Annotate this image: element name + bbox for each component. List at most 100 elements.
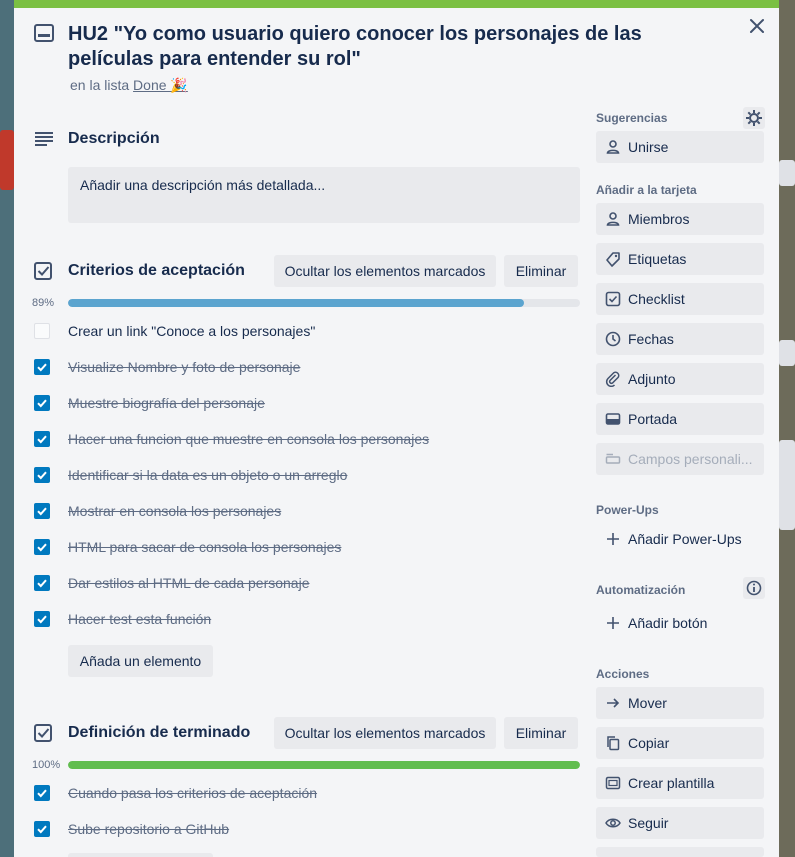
create-template-label: Crear plantilla: [628, 775, 715, 791]
checkbox-icon: [605, 291, 621, 307]
checklist-item-text[interactable]: Cuando pasa los criterios de aceptación: [68, 785, 317, 801]
checklist-percent: 89%: [32, 297, 55, 309]
checklist-percent: 100%: [32, 759, 61, 771]
join-label: Unirse: [628, 139, 669, 155]
checklist-item[interactable]: Hacer test esta función: [14, 601, 584, 637]
attachment-label: Adjunto: [628, 371, 676, 387]
checklist-item-text[interactable]: HTML para sacar de consola los personaje…: [68, 539, 341, 555]
checklist-item[interactable]: Identificar si la data es un objeto o un…: [14, 457, 584, 493]
checked-checkbox-icon[interactable]: [34, 821, 50, 837]
delete-checklist-button[interactable]: Eliminar: [504, 255, 578, 287]
tag-icon: [605, 251, 621, 267]
checked-checkbox-icon[interactable]: [34, 467, 50, 483]
description-input[interactable]: Añadir una descripción más detallada...: [68, 167, 580, 223]
checklist-icon: [34, 262, 52, 285]
custom-fields-button: Campos personali...: [596, 443, 764, 475]
checked-checkbox-icon[interactable]: [34, 503, 50, 519]
checked-checkbox-icon[interactable]: [34, 431, 50, 447]
checklist-item[interactable]: Hacer una funcion que muestre en consola…: [14, 421, 584, 457]
checklist-item-text[interactable]: Hacer test esta función: [68, 611, 211, 627]
dates-label: Fechas: [628, 331, 674, 347]
list-prefix: en la lista: [70, 77, 130, 93]
checked-checkbox-icon[interactable]: [34, 539, 50, 555]
create-template-button[interactable]: Crear plantilla: [596, 767, 764, 799]
person-icon: [605, 139, 621, 155]
checked-checkbox-icon[interactable]: [34, 575, 50, 591]
close-icon[interactable]: [745, 14, 769, 38]
checklist-item[interactable]: Visualize Nombre y foto de personaje: [14, 349, 584, 385]
info-icon[interactable]: [743, 577, 765, 599]
checklist-item[interactable]: HTML para sacar de consola los personaje…: [14, 529, 584, 565]
members-label: Miembros: [628, 211, 690, 227]
checklist-item[interactable]: Crear un link "Conoce a los personajes": [14, 313, 584, 349]
cover-label: Portada: [628, 411, 678, 427]
actions-heading: Acciones: [596, 667, 650, 681]
checklist-label: Checklist: [628, 291, 685, 307]
plus-icon: [605, 531, 621, 547]
card-title[interactable]: HU2 "Yo como usuario quiero conocer los …: [68, 22, 728, 72]
checklist-item-text[interactable]: Visualize Nombre y foto de personaje: [68, 359, 300, 375]
follow-button[interactable]: Seguir: [596, 807, 764, 839]
checklist-progress-fill: [68, 299, 524, 307]
share-button-partial[interactable]: [596, 847, 764, 857]
checklist-item-text[interactable]: Hacer una funcion que muestre en consola…: [68, 431, 429, 447]
board-background-left: [0, 0, 14, 857]
eye-icon: [605, 815, 621, 831]
checklist-item-text[interactable]: Mostrar en consola los personajes: [68, 503, 281, 519]
checklist-item[interactable]: Sube repositorio a GitHub: [14, 811, 584, 847]
checklist-item[interactable]: Dar estilos al HTML de cada personaje: [14, 565, 584, 601]
board-background-right: [778, 0, 795, 857]
template-icon: [605, 775, 621, 791]
checklist-item-text[interactable]: Identificar si la data es un objeto o un…: [68, 467, 347, 483]
checklist-item[interactable]: Mostrar en consola los personajes: [14, 493, 584, 529]
add-powerups-button[interactable]: Añadir Power-Ups: [596, 523, 764, 555]
cover-icon: [605, 411, 621, 427]
members-button[interactable]: Miembros: [596, 203, 764, 235]
unchecked-checkbox-icon[interactable]: [34, 323, 50, 339]
description-heading: Descripción: [68, 130, 160, 147]
delete-checklist-button[interactable]: Eliminar: [504, 717, 578, 749]
checked-checkbox-icon[interactable]: [34, 611, 50, 627]
custom-fields-icon: [605, 451, 621, 467]
plus-icon: [605, 615, 621, 631]
checklist-progress-fill: [68, 761, 580, 769]
checklist-item-text[interactable]: Sube repositorio a GitHub: [68, 821, 229, 837]
checklist-title[interactable]: Definición de terminado: [68, 724, 250, 742]
person-icon: [605, 211, 621, 227]
gear-icon[interactable]: [743, 107, 765, 129]
powerups-heading: Power-Ups: [596, 503, 659, 517]
checked-checkbox-icon[interactable]: [34, 785, 50, 801]
checked-checkbox-icon[interactable]: [34, 359, 50, 375]
dates-button[interactable]: Fechas: [596, 323, 764, 355]
list-link[interactable]: Done 🎉: [133, 77, 188, 93]
suggestions-heading: Sugerencias: [596, 111, 668, 125]
attachment-button[interactable]: Adjunto: [596, 363, 764, 395]
hide-checked-button[interactable]: Ocultar los elementos marcados: [274, 255, 496, 287]
board-card-fragment: [779, 340, 795, 366]
cover-button[interactable]: Portada: [596, 403, 764, 435]
move-button[interactable]: Mover: [596, 687, 764, 719]
checklist-item-text[interactable]: Dar estilos al HTML de cada personaje: [68, 575, 310, 591]
checklist-button[interactable]: Checklist: [596, 283, 764, 315]
board-card-fragment: [779, 160, 795, 186]
arrow-right-icon: [605, 695, 621, 711]
checklist-title[interactable]: Criterios de aceptación: [68, 262, 245, 280]
labels-button[interactable]: Etiquetas: [596, 243, 764, 275]
checklist-item[interactable]: Cuando pasa los criterios de aceptación: [14, 775, 584, 811]
checked-checkbox-icon[interactable]: [34, 395, 50, 411]
add-item-button-partial[interactable]: [68, 853, 213, 857]
checklist-item-text[interactable]: Muestre biografía del personaje: [68, 395, 265, 411]
card-icon: [34, 24, 54, 47]
hide-checked-button[interactable]: Ocultar los elementos marcados: [274, 717, 496, 749]
add-button-label: Añadir botón: [628, 615, 708, 631]
add-button-button[interactable]: Añadir botón: [596, 607, 764, 639]
copy-button[interactable]: Copiar: [596, 727, 764, 759]
join-button[interactable]: Unirse: [596, 131, 764, 163]
checklist-item[interactable]: Muestre biografía del personaje: [14, 385, 584, 421]
description-icon: [34, 131, 54, 152]
move-label: Mover: [628, 695, 667, 711]
checklist-icon: [34, 724, 52, 747]
add-to-card-heading: Añadir a la tarjeta: [596, 183, 697, 197]
add-item-button[interactable]: Añada un elemento: [68, 645, 213, 677]
checklist-item-text[interactable]: Crear un link "Conoce a los personajes": [68, 323, 315, 339]
